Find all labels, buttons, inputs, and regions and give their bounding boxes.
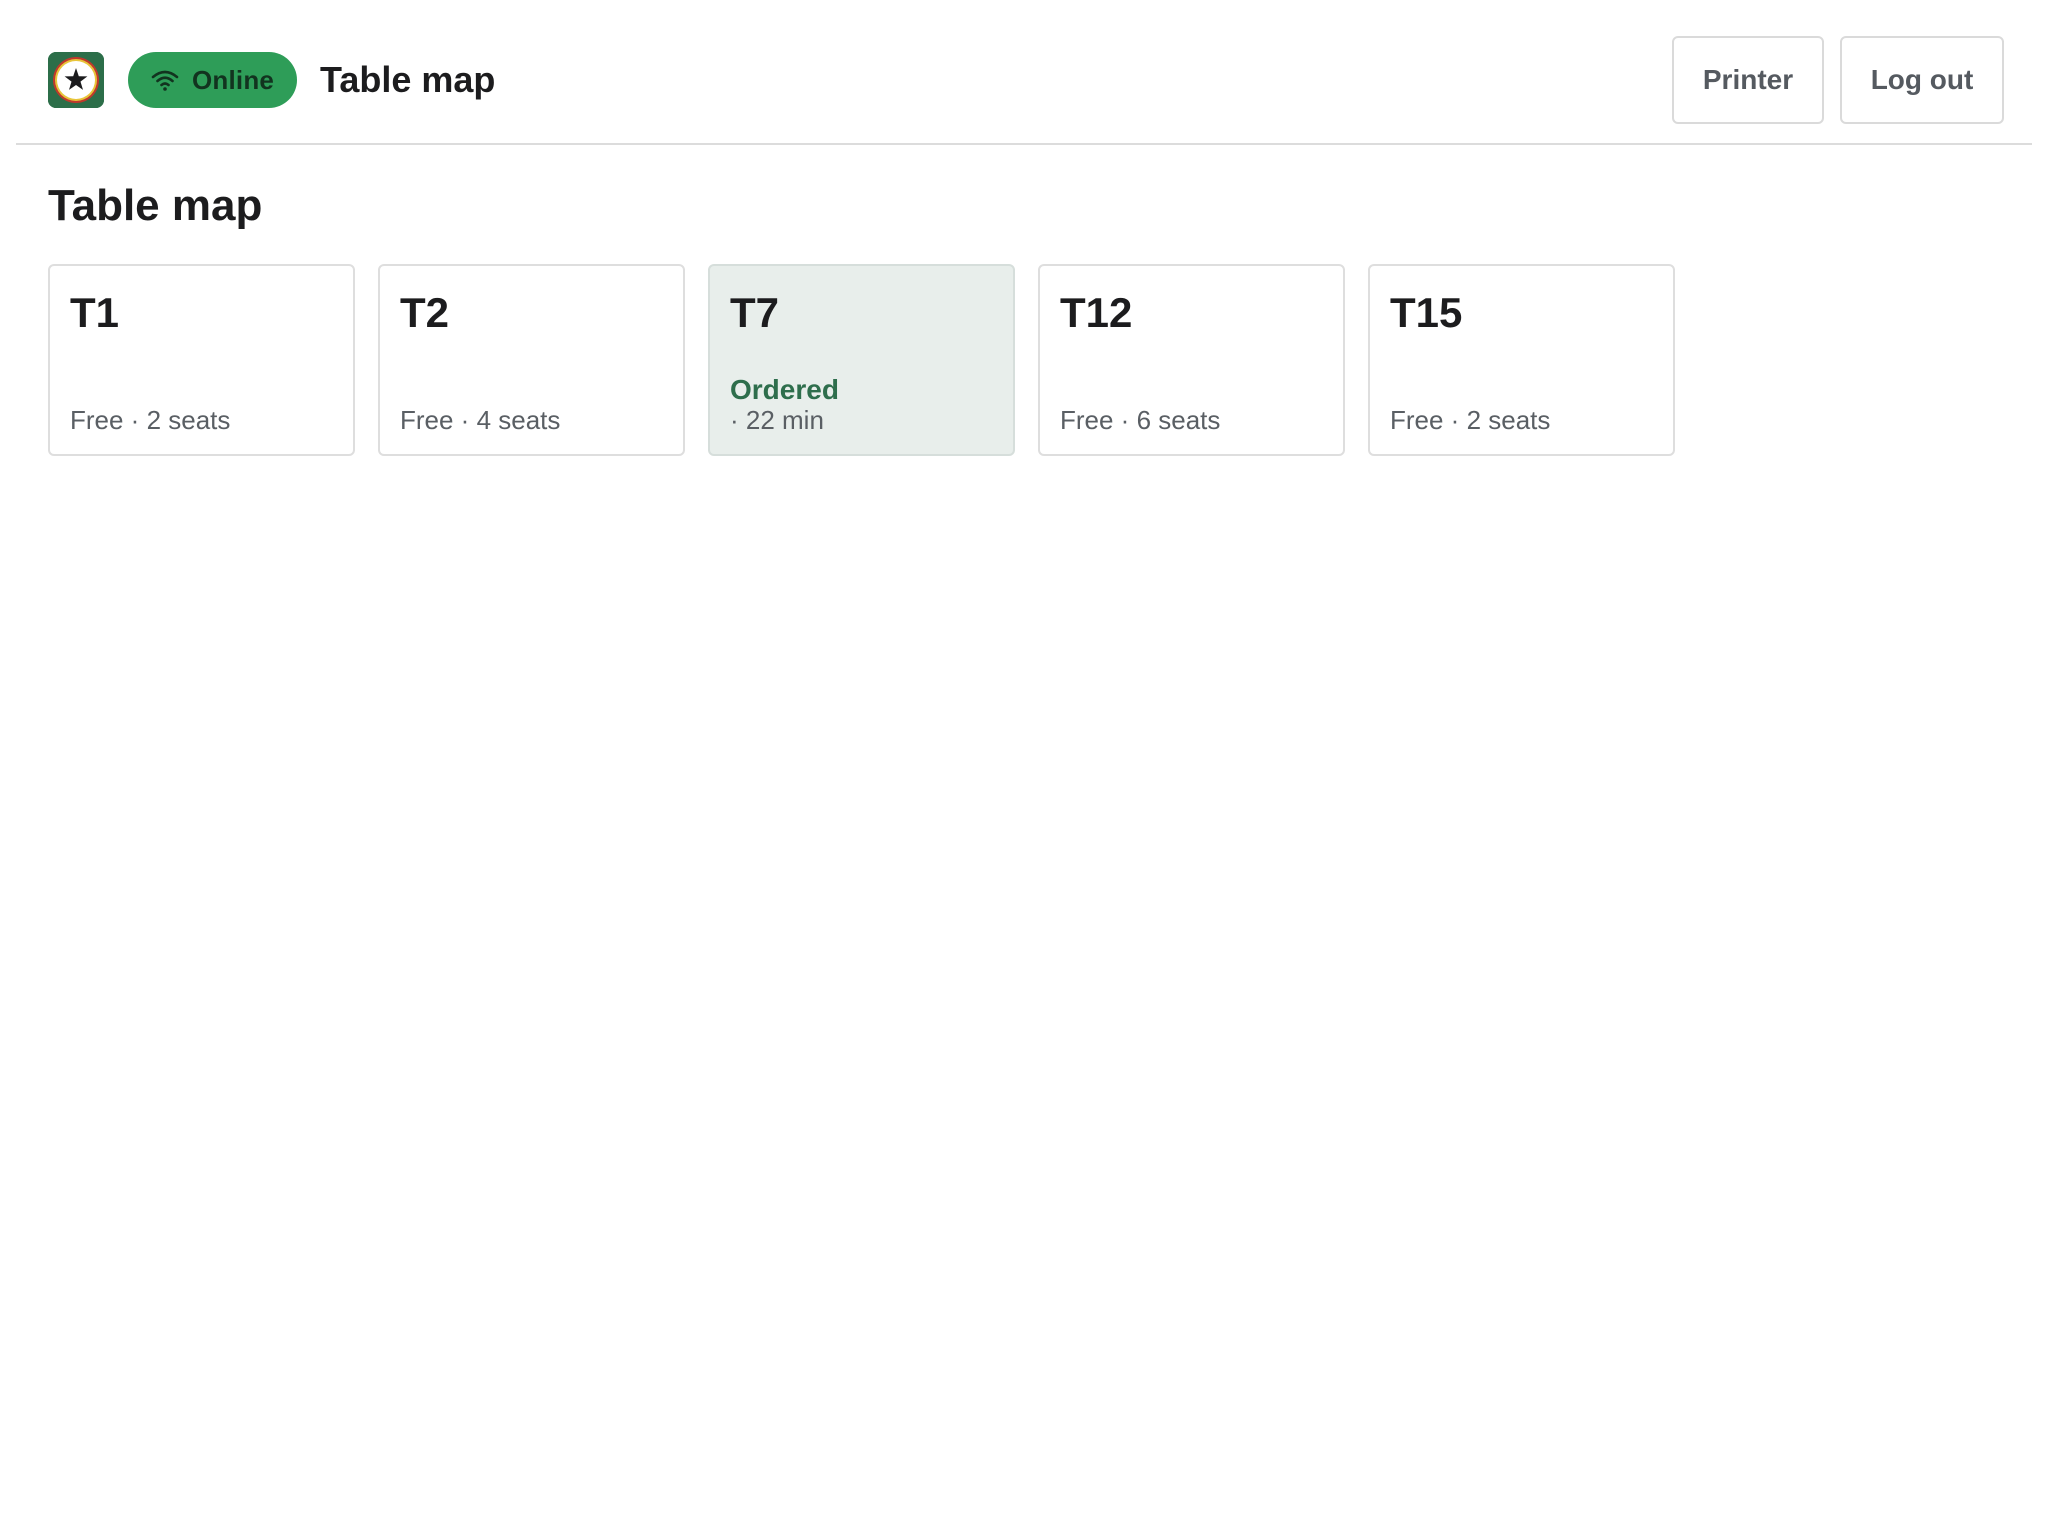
table-name: T1 <box>70 289 120 336</box>
logout-button[interactable]: Log out <box>1840 36 2004 124</box>
top-bar: Online Table map Printer Log out <box>16 0 2032 145</box>
table-card-t7[interactable]: T7 Ordered · 22 min <box>708 264 1015 456</box>
header-title: Table map <box>320 59 496 100</box>
connection-status-badge: Online <box>128 52 297 108</box>
table-status-detail: Free · 2 seats <box>70 405 231 435</box>
printer-button[interactable]: Printer <box>1672 36 1824 124</box>
table-elapsed-time: · 22 min <box>730 405 824 435</box>
wifi-icon <box>151 70 179 91</box>
table-name: T7 <box>730 289 780 336</box>
table-name: T12 <box>1060 289 1133 336</box>
table-status-detail: Free · 2 seats <box>1390 405 1551 435</box>
pos-app: Online Table map Printer Log out Table m… <box>0 0 2048 1536</box>
table-name: T15 <box>1390 289 1463 336</box>
table-name: T2 <box>400 289 450 336</box>
star-badge-icon <box>48 52 104 108</box>
table-status-detail: Free · 4 seats <box>400 405 561 435</box>
table-status-label: Ordered <box>730 374 839 405</box>
table-card-t1[interactable]: T1 Free · 2 seats <box>48 264 355 456</box>
table-card-t12[interactable]: T12 Free · 6 seats <box>1038 264 1345 456</box>
table-status-detail: Free · 6 seats <box>1060 405 1221 435</box>
connection-status-label: Online <box>192 64 275 95</box>
table-card-t15[interactable]: T15 Free · 2 seats <box>1368 264 1675 456</box>
page-title: Table map <box>48 181 263 230</box>
table-card-t2[interactable]: T2 Free · 4 seats <box>378 264 685 456</box>
